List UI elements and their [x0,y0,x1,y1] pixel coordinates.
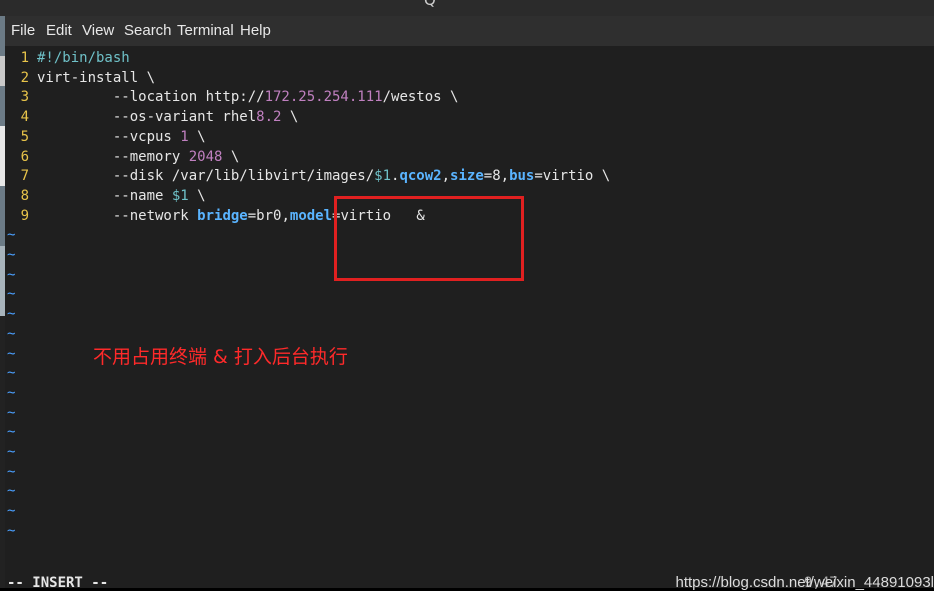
title-bar: Q [0,0,934,16]
annotation-text: 不用占用终端 & 打入后台执行 [93,346,348,368]
empty-line-marker: ~ [7,286,16,303]
title-text: Q [424,0,436,9]
code-token: #!/bin/bash [37,50,130,66]
code-token: --os-variant rhel [37,109,257,126]
empty-line-marker: ~ [7,247,16,263]
line-number: 5 [20,128,29,145]
code-line[interactable]: 1 #!/bin/bash [5,48,130,68]
code-token: /westos \ [382,89,459,106]
menu-file[interactable]: File [11,22,35,39]
code-token: --disk /var/lib/libvirt/images/ [37,168,375,185]
watermark-text: https://blog.csdn.net/weixin_44891093l [675,574,934,591]
terminal-window: File Edit View Search Terminal Help 1 #!/… [5,16,934,591]
code-token: 2048 [188,148,223,165]
code-line[interactable]: 7 --disk /var/lib/libvirt/images/$1.qcow… [5,166,611,186]
line-number: 8 [20,187,29,204]
empty-line-marker: ~ [7,345,16,362]
line-number: 9 [20,207,29,224]
code-token: virt-install \ [37,69,156,86]
code-token: \ [188,187,206,204]
empty-line-marker: ~ [7,227,16,244]
line-number: 6 [20,148,29,165]
empty-line-marker: ~ [7,463,16,480]
code-line[interactable]: 3 --location http://172.25.254.111/westo… [5,87,459,107]
menu-view[interactable]: View [82,22,114,39]
empty-line-marker: ~ [7,266,16,283]
menu-search[interactable]: Search [124,22,172,39]
code-token: model [289,207,333,224]
code-token: \ [281,109,299,126]
code-token: bridge [197,207,248,224]
code-token: --memory [37,148,189,165]
code-token: \ [188,128,206,145]
empty-line-marker: ~ [7,365,16,382]
menu-help[interactable]: Help [240,22,271,39]
code-token: qcow2 [399,168,442,185]
empty-line-marker: ~ [7,522,16,539]
empty-line-marker: ~ [7,483,16,500]
empty-line-marker: ~ [7,444,16,460]
highlight-box [334,196,524,281]
code-token: --vcpus [37,128,181,145]
code-token: size [450,168,484,185]
code-token: --name [37,187,172,204]
code-token: 8.2 [256,109,282,126]
code-token: , [441,168,451,185]
code-token: \ [222,148,240,165]
empty-line-marker: ~ [7,424,16,441]
code-token: 1 [180,128,189,145]
vim-editor[interactable]: 1 #!/bin/bash 2 virt-install \ 3 --location … [5,46,934,560]
code-line[interactable]: 4 --os-variant rhel8.2 \ [5,107,299,127]
code-line[interactable]: 2 virt-install \ [5,68,155,88]
code-token: =br0, [247,207,290,224]
line-number: 2 [20,69,29,86]
code-token: $1 [171,187,189,204]
code-token: bus [509,168,535,185]
empty-line-marker: ~ [7,404,16,421]
code-token: --network [37,207,198,224]
mode-indicator: -- INSERT -- [7,575,109,591]
code-line[interactable]: 5 --vcpus 1 \ [5,127,206,147]
code-token: =virtio \ [534,168,611,185]
line-number: 4 [20,109,29,126]
line-number: 7 [20,168,29,185]
empty-line-marker: ~ [7,503,16,520]
menu-edit[interactable]: Edit [46,22,72,39]
code-token: $1 [374,168,392,185]
status-bar: -- INSERT -- 9,47 https://blog.csdn.net/… [5,560,934,591]
empty-line-marker: ~ [7,325,16,342]
code-token: =8, [483,168,510,185]
line-number: 1 [20,50,29,66]
code-line[interactable]: 6 --memory 2048 \ [5,147,240,167]
menu-terminal[interactable]: Terminal [177,22,234,39]
code-token: --location http:// [37,89,265,106]
menu-bar: File Edit View Search Terminal Help [5,16,934,46]
code-token: 172.25.254.111 [264,89,383,106]
empty-line-marker: ~ [7,384,16,401]
code-line[interactable]: 8 --name $1 \ [5,186,206,206]
empty-line-marker: ~ [7,306,16,323]
line-number: 3 [20,89,29,106]
